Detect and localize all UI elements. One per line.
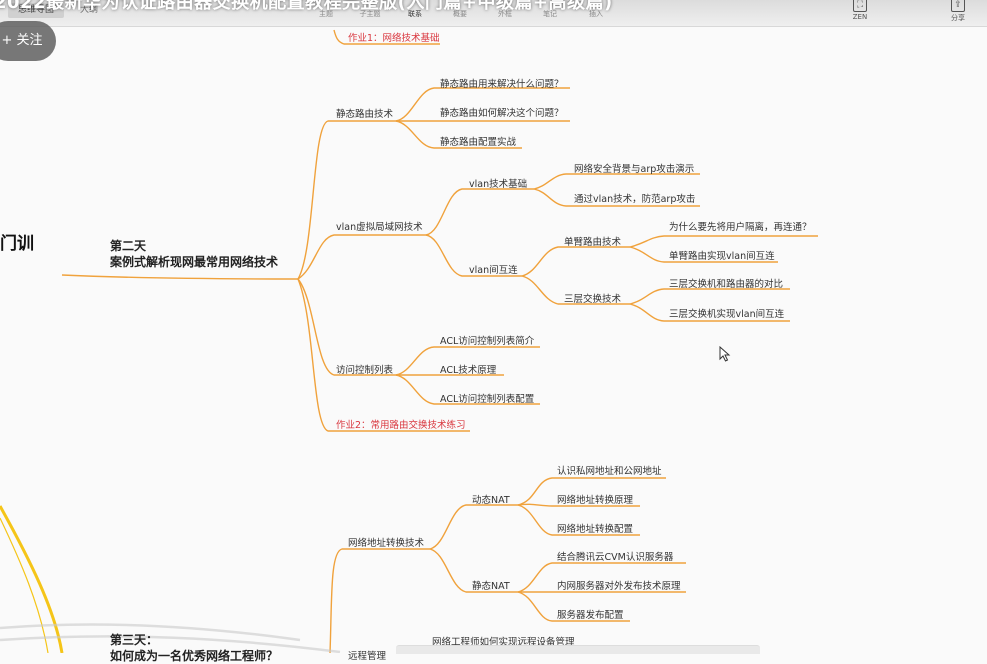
- dynamic-nat-child-1[interactable]: 认识私网地址和公网地址: [557, 463, 662, 477]
- remote-management-topic[interactable]: 远程管理: [348, 648, 386, 662]
- day2-title-line1: 第二天: [110, 239, 147, 253]
- dynamic-nat-child-2[interactable]: 网络地址转换原理: [557, 492, 633, 506]
- day2-topic[interactable]: 第二天 案例式解析现网最常用网络技术: [110, 238, 278, 270]
- static-route-child-1[interactable]: 静态路由用来解决什么问题？: [440, 76, 564, 90]
- static-nat-child-2[interactable]: 内网服务器对外发布技术原理: [557, 578, 681, 592]
- static-nat-child-3[interactable]: 服务器发布配置: [557, 607, 624, 621]
- acl-topic[interactable]: 访问控制列表: [336, 362, 393, 376]
- connector-nat-dynamic: [429, 504, 518, 550]
- static-route-topic[interactable]: 静态路由技术: [336, 106, 393, 120]
- single-arm-topic[interactable]: 单臂路由技术: [564, 234, 621, 248]
- l3-switch-topic[interactable]: 三层交换技术: [564, 291, 621, 305]
- nat-topic[interactable]: 网络地址转换技术: [348, 535, 424, 549]
- static-nat-child-1[interactable]: 结合腾讯云CVM认识服务器: [557, 549, 673, 563]
- connector-l3-1: [629, 288, 790, 305]
- day3-title-line1: 第三天：: [110, 633, 159, 647]
- connector-day3-arc: [0, 505, 64, 653]
- connector-day2-hw2: [297, 278, 470, 432]
- mouse-cursor-icon: [719, 346, 731, 362]
- connector-day2-vlan: [297, 234, 426, 280]
- day3-topic[interactable]: 第三天： 如何成为一名优秀网络工程师？: [110, 632, 278, 664]
- homework1-topic[interactable]: 作业1：网络技术基础: [348, 30, 440, 44]
- connector-basics-1: [533, 173, 700, 190]
- mindmap-connectors: [0, 29, 818, 653]
- day2-title-line2: 案例式解析现网最常用网络技术: [110, 255, 279, 269]
- single-arm-child-2[interactable]: 单臂路由实现vlan间互连: [669, 248, 775, 262]
- homework2-topic[interactable]: 作业2：常用路由交换技术练习: [336, 417, 466, 431]
- acl-child-1[interactable]: ACL访问控制列表简介: [440, 333, 534, 347]
- static-nat-topic[interactable]: 静态NAT: [472, 578, 510, 592]
- connector-inter-single: [521, 246, 630, 277]
- connector-vlan-basics: [425, 188, 534, 236]
- static-route-child-2[interactable]: 静态路由如何解决这个问题？: [440, 105, 564, 119]
- acl-child-2[interactable]: ACL技术原理: [440, 362, 496, 376]
- connector-single-1: [629, 235, 818, 248]
- connector-nat-up: [329, 548, 430, 653]
- vlan-interconnect-topic[interactable]: vlan间互连: [469, 262, 518, 276]
- connector-root-day2: [61, 274, 299, 280]
- vlan-topic[interactable]: vlan虚拟局域网技术: [336, 219, 423, 233]
- vlan-basics-topic[interactable]: vlan技术基础: [469, 176, 527, 190]
- dynamic-nat-child-3[interactable]: 网络地址转换配置: [557, 521, 633, 535]
- vlan-basics-child-1[interactable]: 网络安全背景与arp攻击演示: [574, 161, 694, 175]
- static-route-child-3[interactable]: 静态路由配置实战: [440, 134, 516, 148]
- single-arm-child-1[interactable]: 为什么要先将用户隔离，再连通？: [669, 219, 812, 233]
- root-topic-fragment[interactable]: 门训: [0, 229, 34, 254]
- l3-switch-child-2[interactable]: 三层交换机实现vlan间互连: [669, 306, 784, 320]
- vlan-basics-child-2[interactable]: 通过vlan技术，防范arp攻击: [574, 191, 695, 205]
- acl-child-3[interactable]: ACL访问控制列表配置: [440, 391, 534, 405]
- connector-day2-static: [297, 120, 396, 280]
- dynamic-nat-topic[interactable]: 动态NAT: [472, 492, 510, 506]
- day3-title-line2: 如何成为一名优秀网络工程师？: [110, 649, 279, 663]
- l3-switch-child-1[interactable]: 三层交换机和路由器的对比: [669, 276, 783, 290]
